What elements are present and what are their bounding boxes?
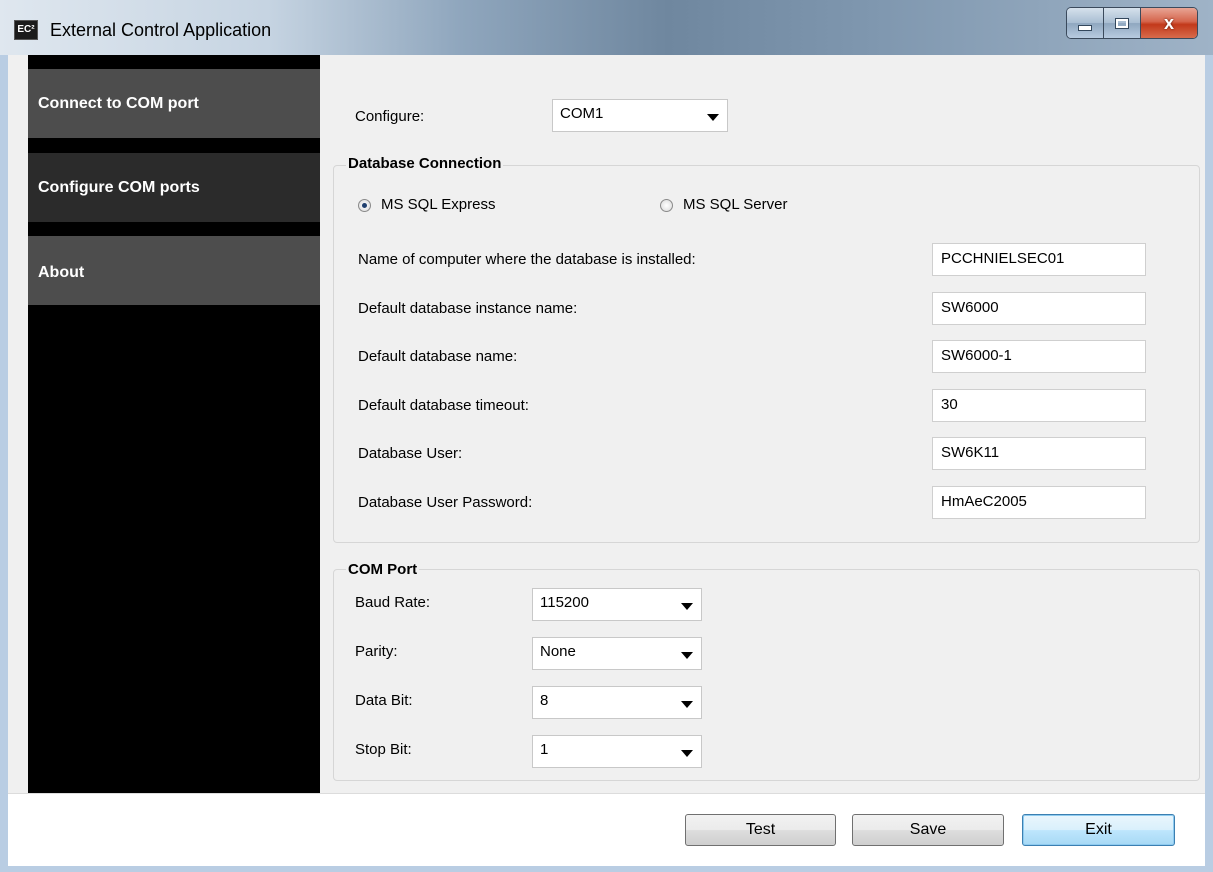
- baud-rate-value: 115200: [540, 594, 589, 611]
- database-timeout-input[interactable]: 30: [932, 389, 1146, 422]
- data-bit-label: Data Bit:: [355, 692, 413, 709]
- database-password-label: Database User Password:: [358, 494, 533, 511]
- sidebar-item-connect-com-port[interactable]: Connect to COM port: [28, 69, 320, 138]
- test-button[interactable]: Test: [685, 814, 836, 846]
- data-bit-select[interactable]: 8: [532, 686, 702, 719]
- radio-ms-sql-server[interactable]: [660, 199, 673, 212]
- baud-rate-label: Baud Rate:: [355, 594, 431, 611]
- close-button[interactable]: x: [1141, 8, 1197, 38]
- data-bit-value: 8: [540, 692, 549, 709]
- computer-name-label: Name of computer where the database is i…: [358, 251, 696, 268]
- instance-name-input[interactable]: SW6000: [932, 292, 1146, 325]
- minimize-button[interactable]: [1067, 8, 1104, 38]
- stop-bit-select[interactable]: 1: [532, 735, 702, 768]
- title-bar[interactable]: EC² External Control Application x: [0, 0, 1213, 55]
- com-port-group: [333, 569, 1200, 781]
- save-button[interactable]: Save: [852, 814, 1004, 846]
- configure-label: Configure:: [355, 108, 425, 125]
- chevron-down-icon: [681, 603, 693, 610]
- instance-name-label: Default database instance name:: [358, 300, 578, 317]
- app-icon: EC²: [14, 20, 38, 40]
- chevron-down-icon: [681, 750, 693, 757]
- radio-ms-sql-server-label[interactable]: MS SQL Server: [683, 196, 787, 213]
- com-port-title: COM Port: [346, 561, 420, 578]
- application-window: EC² External Control Application x Conne…: [0, 0, 1213, 872]
- sidebar-item-about[interactable]: About: [28, 236, 320, 305]
- configure-port-value: COM1: [560, 105, 604, 122]
- exit-button[interactable]: Exit: [1022, 814, 1175, 846]
- chevron-down-icon: [681, 652, 693, 659]
- database-name-input[interactable]: SW6000-1: [932, 340, 1146, 373]
- window-title: External Control Application: [50, 20, 272, 40]
- radio-ms-sql-express-label[interactable]: MS SQL Express: [381, 196, 495, 213]
- sidebar: Connect to COM port Configure COM ports …: [28, 55, 320, 793]
- footer-bar: Test Save Exit: [8, 793, 1205, 866]
- configure-panel: Configure: COM1 Database Connection MS S…: [320, 55, 1205, 793]
- minimize-icon: [1078, 25, 1092, 31]
- sidebar-item-configure-com-ports[interactable]: Configure COM ports: [28, 153, 320, 222]
- parity-select[interactable]: None: [532, 637, 702, 670]
- stop-bit-value: 1: [540, 741, 549, 758]
- maximize-button[interactable]: [1104, 8, 1141, 38]
- radio-ms-sql-express[interactable]: [358, 199, 371, 212]
- database-user-input[interactable]: SW6K11: [932, 437, 1146, 470]
- baud-rate-select[interactable]: 115200: [532, 588, 702, 621]
- chevron-down-icon: [707, 114, 719, 121]
- database-name-label: Default database name:: [358, 348, 518, 365]
- database-password-input[interactable]: HmAeC2005: [932, 486, 1146, 519]
- database-timeout-label: Default database timeout:: [358, 397, 529, 414]
- configure-port-select[interactable]: COM1: [552, 99, 728, 132]
- close-icon: x: [1163, 12, 1174, 33]
- database-connection-title: Database Connection: [346, 155, 504, 172]
- client-area: Connect to COM port Configure COM ports …: [8, 55, 1205, 866]
- parity-label: Parity:: [355, 643, 398, 660]
- computer-name-input[interactable]: PCCHNIELSEC01: [932, 243, 1146, 276]
- window-controls: x: [1066, 7, 1198, 39]
- stop-bit-label: Stop Bit:: [355, 741, 412, 758]
- database-user-label: Database User:: [358, 445, 463, 462]
- parity-value: None: [540, 643, 576, 660]
- maximize-icon: [1115, 17, 1129, 29]
- chevron-down-icon: [681, 701, 693, 708]
